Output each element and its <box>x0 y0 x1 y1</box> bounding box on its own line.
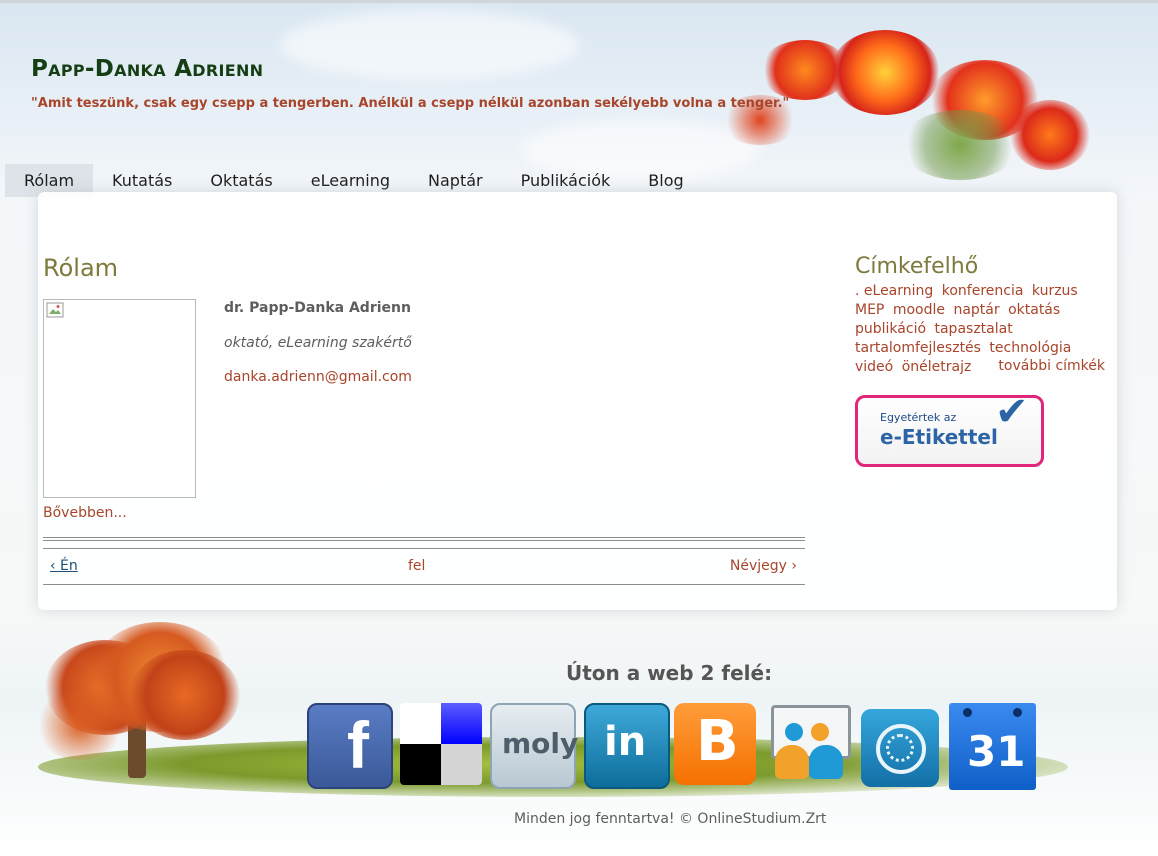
tag-link[interactable]: publikáció <box>855 321 926 337</box>
top-border <box>0 0 1158 3</box>
next-page-link[interactable]: Névjegy › <box>730 558 797 574</box>
delicious-icon[interactable] <box>400 703 482 785</box>
web2-title: Úton a web 2 felé: <box>566 661 773 685</box>
moly-icon[interactable]: moly <box>490 703 578 789</box>
up-link[interactable]: fel <box>408 558 425 574</box>
divider <box>43 537 805 538</box>
tag-link[interactable]: önéletrajz <box>902 359 972 375</box>
profile-name: dr. Papp-Danka Adrienn <box>224 300 411 316</box>
tag-link[interactable]: tapasztalat <box>934 321 1012 337</box>
cloud-decoration <box>280 10 580 80</box>
profile-photo <box>43 299 196 498</box>
tag-link[interactable]: videó <box>855 359 893 375</box>
email-link[interactable]: danka.adrienn@gmail.com <box>224 369 412 385</box>
site-title[interactable]: Papp-Danka Adrienn <box>31 56 263 82</box>
divider <box>43 540 805 541</box>
tag-link[interactable]: tartalomfejlesztés <box>855 340 981 356</box>
page-title: Rólam <box>43 254 119 282</box>
site-slogan: "Amit teszünk, csak egy csepp a tengerbe… <box>31 96 790 111</box>
more-link[interactable]: Bővebben... <box>43 505 127 521</box>
badge-small-text: Egyetértek az <box>880 411 957 424</box>
prev-page-link[interactable]: ‹ Én <box>50 558 78 574</box>
e-etikett-badge[interactable]: Egyetértek az e-Etikettel ✔ <box>855 389 1044 467</box>
slideshare-icon[interactable] <box>767 703 851 785</box>
tag-link[interactable]: kurzus <box>1032 283 1078 299</box>
tag-link[interactable]: moodle <box>893 302 945 318</box>
more-tags-link[interactable]: további címkék <box>998 358 1105 374</box>
tag-cloud-title: Címkefelhő <box>855 254 979 279</box>
tag-link[interactable]: MEP <box>855 302 884 318</box>
copyright-text: Minden jog fenntartva! © OnlineStudium.Z… <box>514 811 827 827</box>
tag-link[interactable]: technológia <box>989 340 1071 356</box>
tag-link[interactable]: . eLearning <box>855 283 933 299</box>
google-calendar-icon[interactable]: 31 <box>949 703 1036 790</box>
broken-image-icon <box>46 302 64 318</box>
book-navigation: ‹ Én fel Névjegy › <box>43 548 805 585</box>
profile-role: oktató, eLearning szakértő <box>224 335 412 351</box>
facebook-icon[interactable]: f <box>307 703 393 789</box>
badge-big-text: e-Etikettel <box>880 425 998 449</box>
checkmark-icon: ✔ <box>995 389 1029 435</box>
tag-link[interactable]: konferencia <box>942 283 1024 299</box>
tag-link[interactable]: naptár <box>953 302 999 318</box>
linkedin-icon[interactable]: in <box>584 703 670 789</box>
blogger-icon[interactable]: B <box>674 703 756 785</box>
prezi-icon[interactable] <box>861 709 939 787</box>
tag-link[interactable]: oktatás <box>1008 302 1060 318</box>
